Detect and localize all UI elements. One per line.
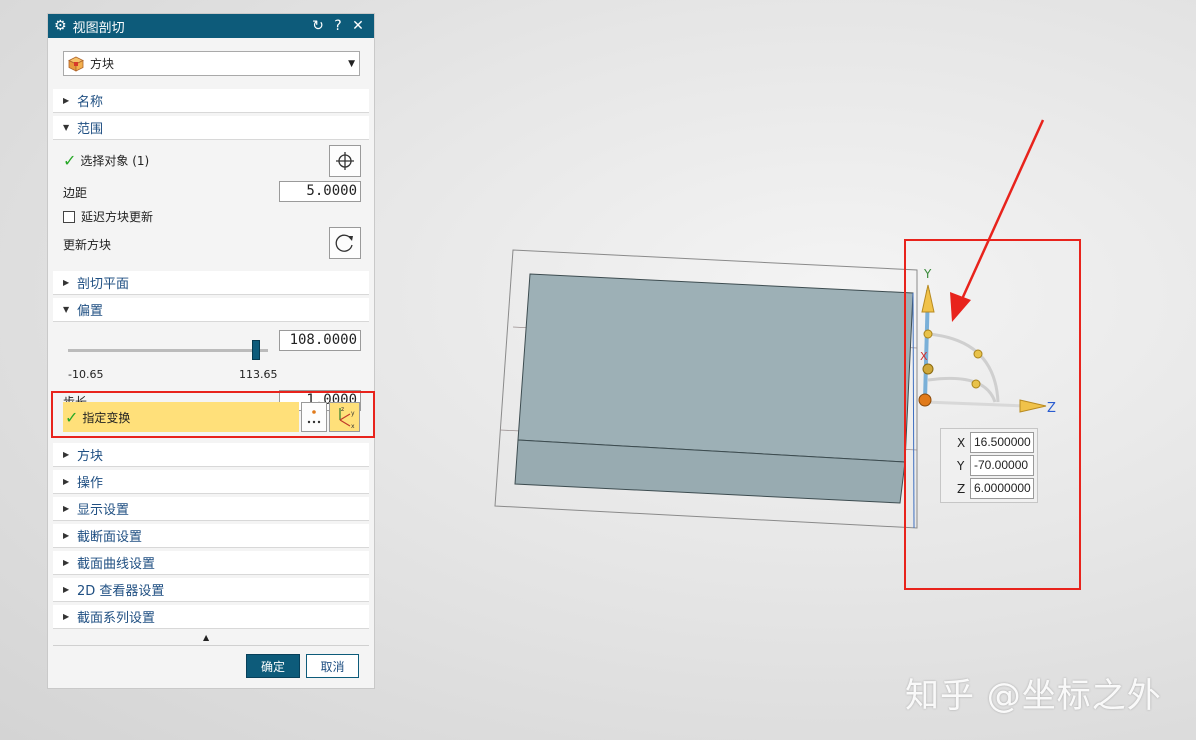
watermark-text: 知乎 @坐标之外 xyxy=(905,676,1162,716)
coord-y-input[interactable]: -70.00000 xyxy=(970,455,1034,476)
block-top-face xyxy=(517,273,914,463)
coord-y-row: Y -70.00000 xyxy=(957,455,1034,476)
coord-x-row: X 16.500000 xyxy=(957,432,1034,453)
coord-y-label: Y xyxy=(957,458,965,473)
coord-x-input[interactable]: 16.500000 xyxy=(970,432,1034,453)
coord-z-label: Z xyxy=(957,481,966,496)
coord-z-row: Z 6.0000000 xyxy=(957,478,1034,499)
annotation-manipulator-box xyxy=(904,239,1081,590)
coord-x-label: X xyxy=(957,435,966,450)
coord-z-input[interactable]: 6.0000000 xyxy=(970,478,1034,499)
coordinate-readout: X 16.500000 Y -70.00000 Z 6.0000000 xyxy=(940,428,1038,503)
